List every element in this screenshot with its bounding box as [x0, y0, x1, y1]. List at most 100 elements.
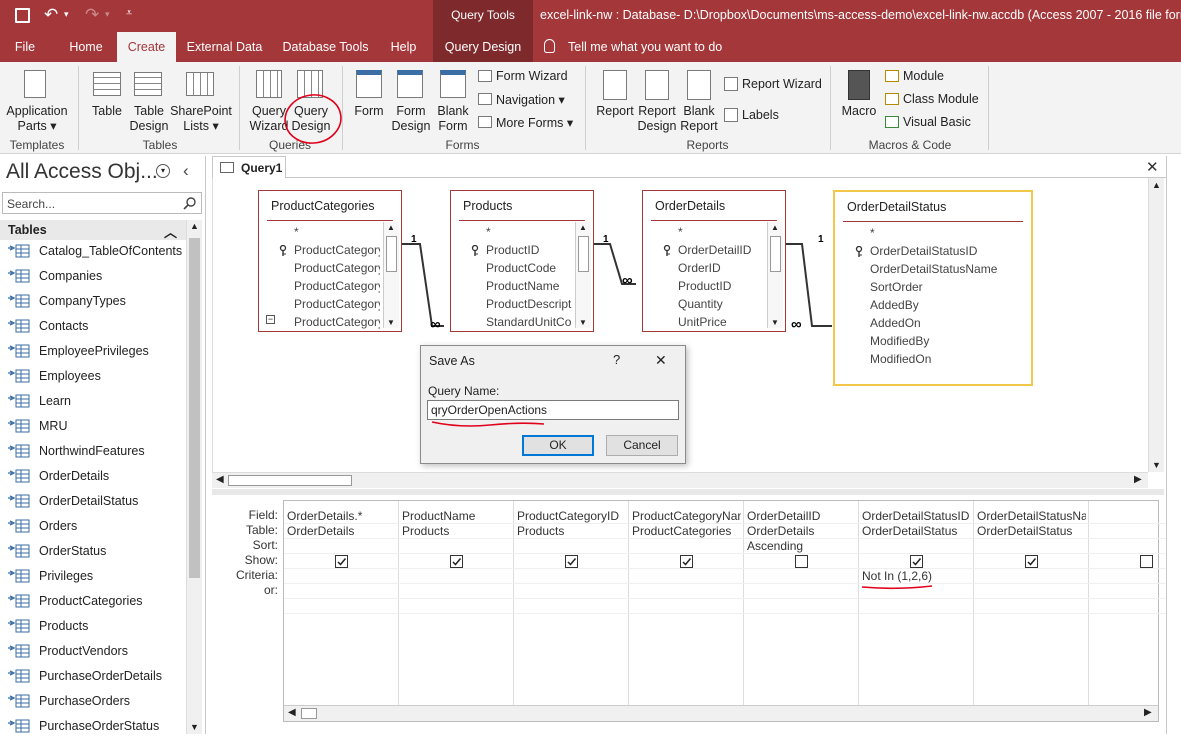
scroll-down-icon[interactable]: ▼ [1152, 460, 1161, 470]
scroll-thumb[interactable] [189, 238, 200, 578]
scroll-thumb[interactable] [228, 475, 352, 486]
tab-home[interactable]: Home [56, 32, 116, 62]
cancel-button[interactable]: Cancel [606, 435, 678, 456]
nav-item-privileges[interactable]: Privileges [8, 564, 186, 589]
save-icon[interactable] [15, 8, 30, 23]
ok-button[interactable]: OK [522, 435, 594, 456]
grid-column[interactable]: ProductCategoryNam ProductCategories [629, 501, 744, 706]
scroll-right-icon[interactable]: ▶ [1134, 474, 1142, 485]
grid-table-cell[interactable]: OrderDetails [287, 524, 396, 538]
show-checkbox[interactable] [564, 555, 578, 568]
grid-criteria-cell[interactable]: Not In (1,2,6) [862, 569, 971, 583]
grid-column[interactable]: ProductName Products [399, 501, 514, 706]
tab-database-tools[interactable]: Database Tools [278, 32, 373, 62]
scroll-right-icon[interactable]: ▶ [1144, 707, 1152, 718]
scroll-up-icon[interactable]: ▲ [1152, 180, 1161, 190]
grid-table-cell[interactable]: OrderDetailStatus [862, 524, 971, 538]
nav-item-productcategories[interactable]: ProductCategories [8, 589, 186, 614]
nav-item-orders[interactable]: Orders [8, 514, 186, 539]
table-button[interactable]: Table [86, 104, 128, 119]
nav-item-contacts[interactable]: Contacts [8, 314, 186, 339]
nav-item-companies[interactable]: Companies [8, 264, 186, 289]
tell-me-input[interactable]: Tell me what you want to do [568, 32, 728, 62]
more-forms-button[interactable]: More Forms ▾ [496, 115, 573, 130]
grid-table-cell[interactable]: ProductCategories [632, 524, 741, 538]
tab-external-data[interactable]: External Data [182, 32, 267, 62]
grid-table-cell[interactable]: Products [517, 524, 626, 538]
report-wizard-button[interactable]: Report Wizard [742, 77, 822, 91]
redo-icon[interactable]: ↷ [85, 5, 99, 25]
grid-field-cell[interactable]: OrderDetailID [747, 509, 856, 523]
nav-item-learn[interactable]: Learn [8, 389, 186, 414]
grid-column[interactable]: ProductCategoryID Products [514, 501, 629, 706]
sharepoint-lists-button[interactable]: SharePoint Lists ▾ [170, 104, 232, 134]
grid-table-cell[interactable]: OrderDetailStatus [977, 524, 1086, 538]
show-checkbox[interactable] [334, 555, 348, 568]
tab-help[interactable]: Help [380, 32, 427, 62]
grid-column[interactable]: OrderDetailStatusID OrderDetailStatus Not … [859, 501, 974, 706]
grid-table-cell[interactable]: OrderDetails [747, 524, 856, 538]
query-name-input[interactable] [427, 400, 679, 420]
nav-item-employees[interactable]: Employees [8, 364, 186, 389]
grid-column[interactable]: OrderDetailID OrderDetails Ascending [744, 501, 859, 706]
nav-item-catalog-tableofcontents[interactable]: Catalog_TableOfContents [8, 239, 186, 264]
scroll-thumb[interactable] [301, 708, 317, 719]
labels-button[interactable]: Labels [742, 108, 779, 122]
nav-item-purchaseorderdetails[interactable]: PurchaseOrderDetails [8, 664, 186, 689]
scroll-down-icon[interactable]: ▼ [190, 722, 199, 732]
grid-sort-cell[interactable]: Ascending [747, 539, 856, 553]
tab-file[interactable]: File [0, 32, 50, 62]
nav-section-tables[interactable]: Tables ︿ [0, 220, 186, 240]
nav-item-companytypes[interactable]: CompanyTypes [8, 289, 186, 314]
nav-item-productvendors[interactable]: ProductVendors [8, 639, 186, 664]
grid-column[interactable]: OrderDetailStatusNar OrderDetailStatus [974, 501, 1089, 706]
grid-field-cell[interactable]: OrderDetails.* [287, 509, 396, 523]
grid-field-cell[interactable]: ProductCategoryID [517, 509, 626, 523]
tab-create[interactable]: Create [117, 32, 176, 62]
blank-report-button[interactable]: Blank Report [678, 104, 720, 134]
help-icon[interactable]: ? [613, 352, 620, 367]
table-pane-hscroll[interactable]: ◀ ▶ [212, 472, 1148, 488]
macro-button[interactable]: Macro [838, 104, 880, 119]
form-wizard-button[interactable]: Form Wizard [496, 69, 568, 83]
blank-form-button[interactable]: Blank Form [432, 104, 474, 134]
report-button[interactable]: Report [594, 104, 636, 119]
redo-dropdown-icon[interactable]: ▾ [105, 9, 110, 20]
grid-table-cell[interactable]: Products [402, 524, 511, 538]
grid-column[interactable]: OrderDetails.* OrderDetails [284, 501, 399, 706]
application-parts-button[interactable]: Application Parts ▾ [2, 104, 72, 134]
module-button[interactable]: Module [903, 69, 944, 83]
nav-item-northwindfeatures[interactable]: NorthwindFeatures [8, 439, 186, 464]
grid-field-cell[interactable]: OrderDetailStatusNar [977, 509, 1086, 523]
grid-hscroll[interactable]: ◀ ▶ [284, 705, 1158, 721]
show-checkbox[interactable] [909, 555, 923, 568]
nav-scrollbar[interactable]: ▲ ▼ [186, 220, 202, 734]
table-design-button[interactable]: Table Design [128, 104, 170, 134]
class-module-button[interactable]: Class Module [903, 92, 979, 106]
nav-search-input[interactable]: Search... [2, 192, 202, 214]
grid-field-cell[interactable]: ProductName [402, 509, 511, 523]
nav-item-orderstatus[interactable]: OrderStatus [8, 539, 186, 564]
navigation-button[interactable]: Navigation ▾ [496, 92, 565, 107]
undo-icon[interactable]: ↶ [44, 5, 58, 25]
nav-item-mru[interactable]: MRU [8, 414, 186, 439]
grid-field-cell[interactable]: OrderDetailStatusID [862, 509, 971, 523]
table-pane-vscroll[interactable]: ▲ ▼ [1148, 178, 1164, 472]
show-checkbox[interactable] [1139, 555, 1153, 568]
show-checkbox[interactable] [1024, 555, 1038, 568]
report-design-button[interactable]: Report Design [636, 104, 678, 134]
undo-dropdown-icon[interactable]: ▾ [64, 9, 69, 20]
show-checkbox[interactable] [449, 555, 463, 568]
grid-field-cell[interactable]: ProductCategoryNam [632, 509, 741, 523]
scroll-left-icon[interactable]: ◀ [216, 474, 224, 485]
tab-query-design[interactable]: Query Design [433, 32, 533, 62]
nav-item-products[interactable]: Products [8, 614, 186, 639]
nav-item-purchaseorders[interactable]: PurchaseOrders [8, 689, 186, 714]
visual-basic-button[interactable]: Visual Basic [903, 115, 971, 129]
scroll-up-icon[interactable]: ▲ [190, 221, 199, 231]
nav-item-employeeprivileges[interactable]: EmployeePrivileges [8, 339, 186, 364]
collapse-pane-icon[interactable]: ‹ [183, 161, 189, 181]
nav-menu-dropdown-icon[interactable]: ▾ [156, 164, 170, 178]
nav-item-orderdetails[interactable]: OrderDetails [8, 464, 186, 489]
nav-item-orderdetailstatus[interactable]: OrderDetailStatus [8, 489, 186, 514]
